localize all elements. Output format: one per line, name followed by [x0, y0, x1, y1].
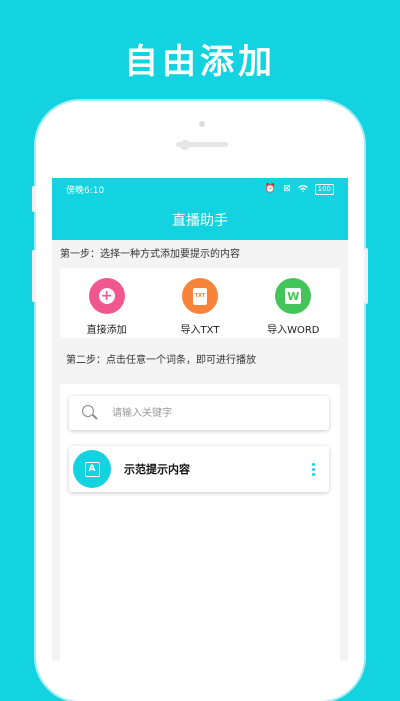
app-title-bar: 直播助手 — [52, 200, 348, 240]
import-word-button[interactable]: W 导入WORD — [253, 278, 333, 336]
entry-title: 示范提示内容 — [124, 463, 190, 476]
status-bar: 傍晚6:10 ⏰ ⊠ 100 — [52, 178, 348, 200]
import-word-label: 导入WORD — [267, 325, 320, 336]
search-input[interactable] — [110, 406, 314, 420]
plus-circle-icon: + — [88, 278, 125, 314]
status-time: 傍晚6:10 — [66, 185, 105, 196]
entry-icon: A — [73, 450, 111, 488]
import-txt-button[interactable]: TXT 导入TXT — [160, 278, 240, 336]
search-icon — [82, 405, 98, 421]
search-bar[interactable] — [69, 396, 329, 430]
phone-side-button — [32, 186, 36, 212]
app-title: 直播助手 — [172, 213, 228, 229]
import-txt-label: 导入TXT — [180, 325, 220, 336]
phone-speaker — [176, 142, 228, 147]
add-methods-card: + 直接添加 TXT 导入TXT W 导入WORD — [60, 268, 340, 338]
battery-icon: 100 — [314, 183, 334, 195]
phone-side-button — [364, 248, 368, 304]
mute-icon: ⊠ — [283, 184, 291, 194]
txt-file-icon: TXT — [181, 278, 218, 314]
phone-side-button — [32, 250, 36, 302]
alarm-icon: ⏰ — [264, 184, 277, 194]
phone-sensor — [199, 121, 205, 127]
add-direct-label: 直接添加 — [86, 325, 127, 336]
more-options-icon[interactable] — [303, 462, 323, 476]
add-direct-button[interactable]: + 直接添加 — [67, 278, 147, 336]
word-icon: W — [275, 278, 312, 314]
entries-card: A 示范提示内容 — [60, 384, 340, 661]
app-screen: 傍晚6:10 ⏰ ⊠ 100 直播助手 第一步：选择一种方式添加要提示的内容 +… — [52, 178, 348, 661]
step2-text: 第二步：点击任意一个词条，即可进行播放 — [66, 355, 256, 366]
step1-text: 第一步：选择一种方式添加要提示的内容 — [60, 249, 240, 260]
promo-headline: 自由添加 — [124, 42, 276, 82]
entry-item[interactable]: A 示范提示内容 — [69, 446, 329, 492]
wifi-icon — [297, 184, 308, 195]
